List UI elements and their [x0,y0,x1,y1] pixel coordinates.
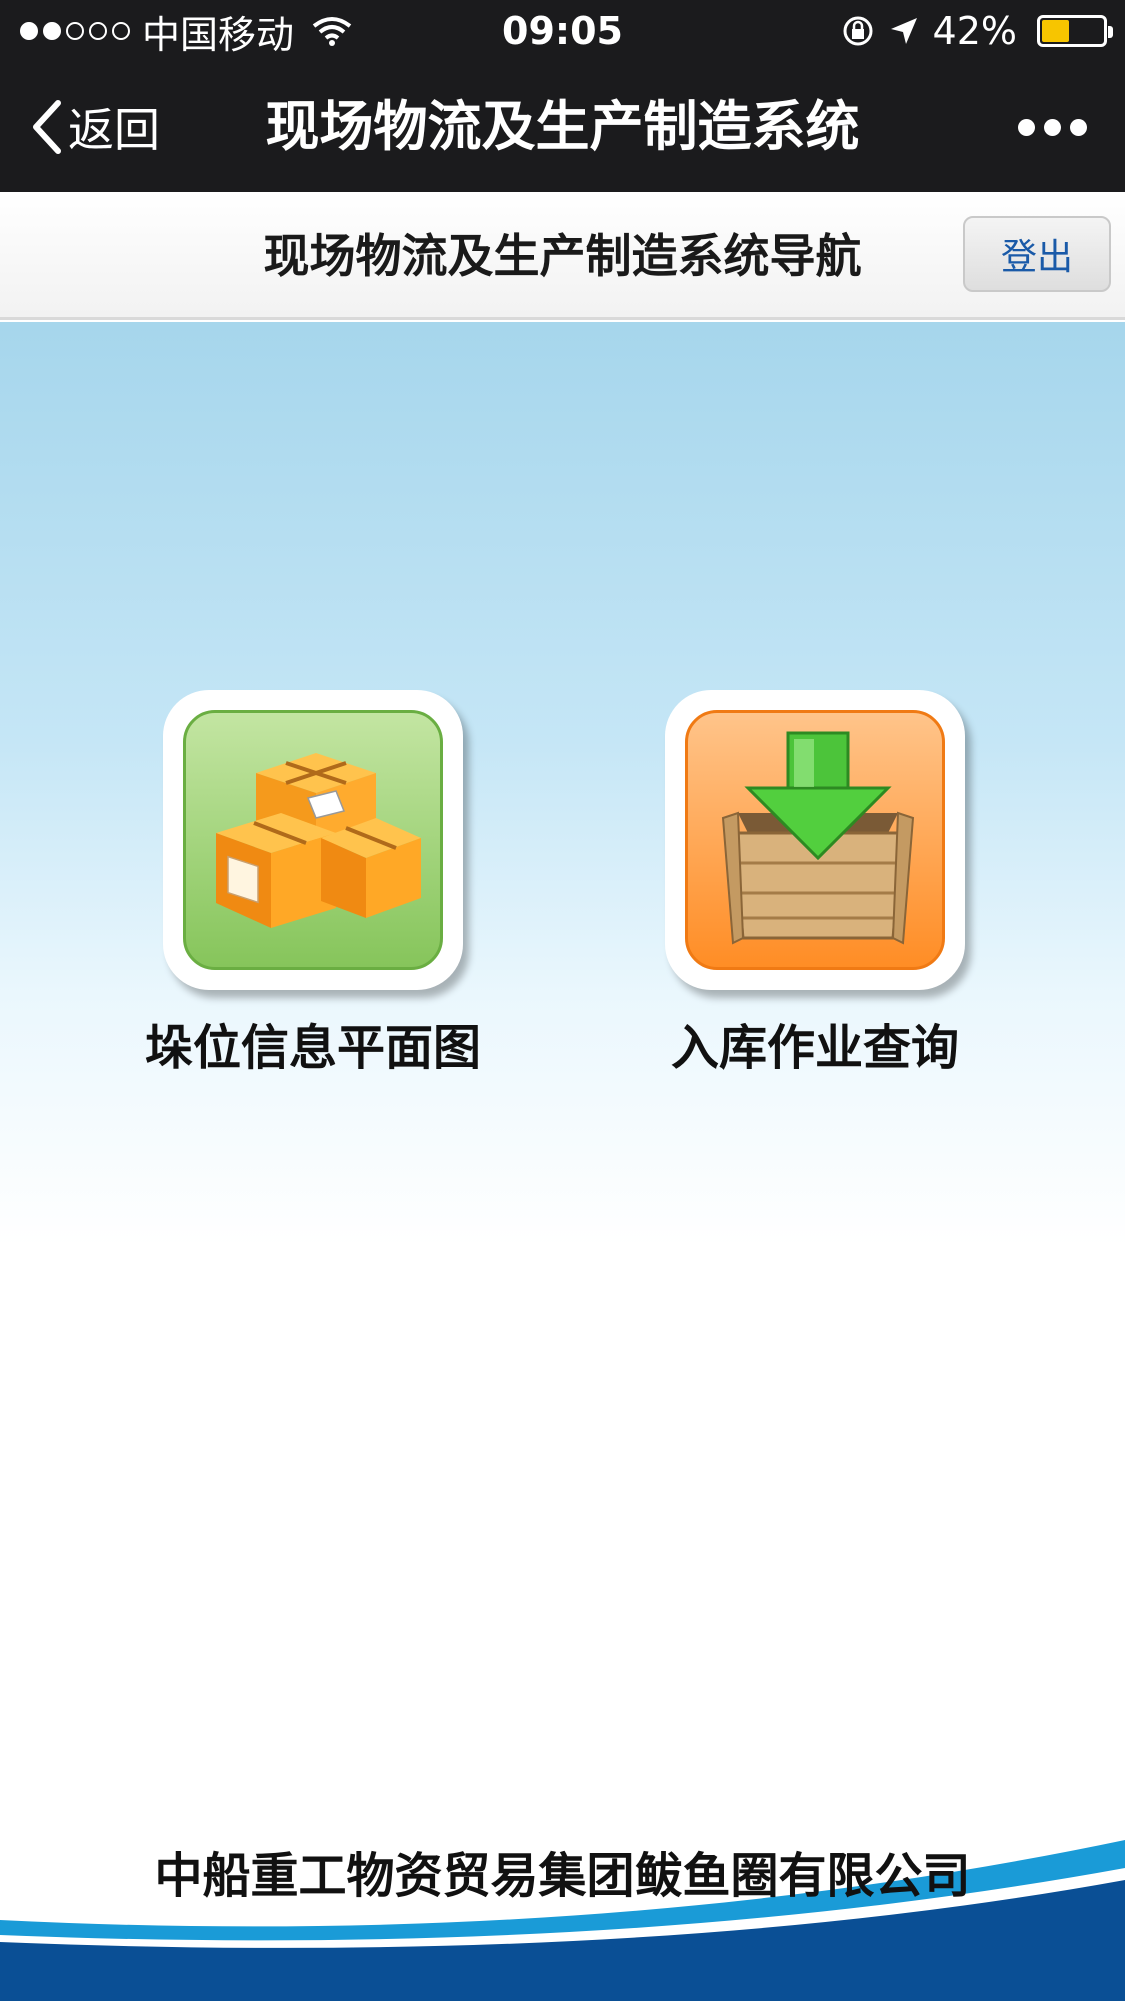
main-content [0,322,1125,2001]
inbound-crate-icon [685,710,945,970]
more-dot [1070,118,1087,136]
battery-fill [1042,20,1069,42]
navigation-bar: 返回 现场物流及生产制造系统 [0,62,1125,192]
battery-percent: 42% [932,9,1017,53]
page-header: 现场物流及生产制造系统导航 登出 [0,192,1125,320]
location-arrow-icon [890,18,917,44]
status-bar: 中国移动 09:05 42% [0,0,1125,62]
rotation-lock-icon [843,16,873,46]
nav-title: 现场物流及生产制造系统 [265,95,860,158]
company-name: 中船重工物资贸易集团鲅鱼圈有限公司 [154,1848,971,1904]
tile-frame[interactable] [163,690,463,990]
tile-inbound-query[interactable]: 入库作业查询 [665,690,965,1078]
tile-stack-position-map[interactable]: 垛位信息平面图 [145,690,481,1078]
more-dot [1018,118,1035,136]
battery-icon [1037,15,1113,47]
tile-label: 入库作业查询 [670,1020,959,1076]
more-dot [1044,118,1061,136]
page-title: 现场物流及生产制造系统导航 [263,229,862,283]
tile-label: 垛位信息平面图 [144,1020,481,1076]
logout-button[interactable]: 登出 [963,216,1111,292]
boxes-icon [183,710,443,970]
tile-frame[interactable] [665,690,965,990]
status-right: 42% [841,8,1113,54]
more-options-button[interactable] [987,102,1087,152]
